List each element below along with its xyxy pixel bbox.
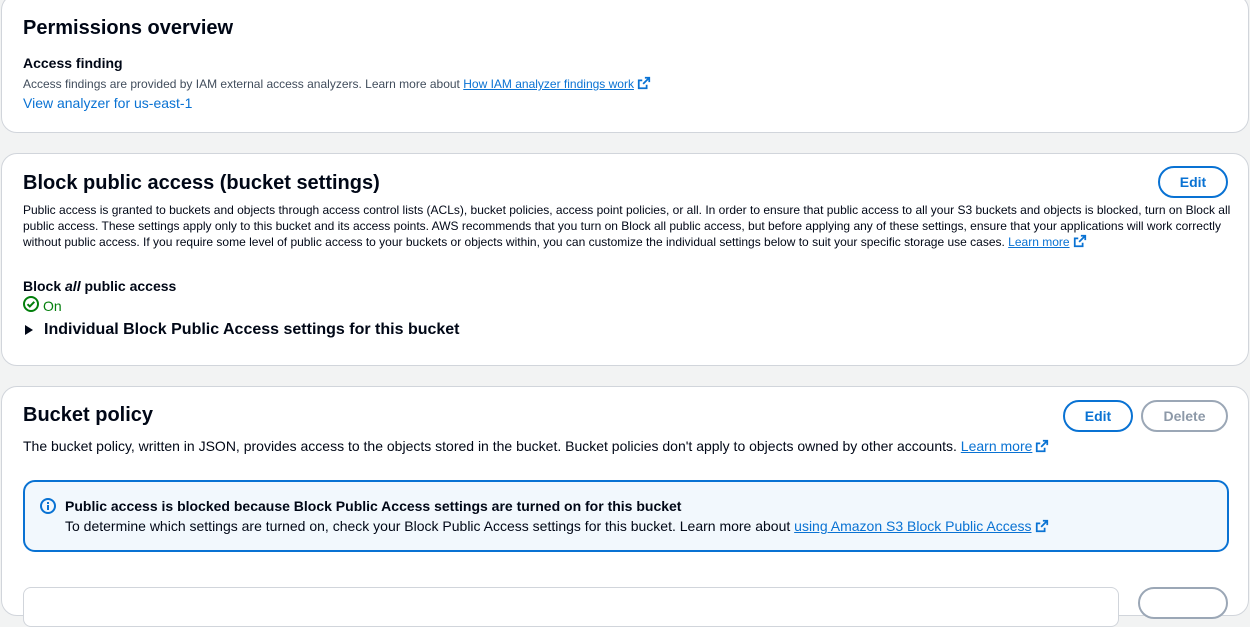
access-finding-description-text: Access findings are provided by IAM exte… (23, 77, 464, 91)
access-finding-label: Access finding (23, 55, 123, 71)
access-finding-description: Access findings are provided by IAM exte… (23, 76, 651, 94)
individual-bpa-settings-expander[interactable]: Individual Block Public Access settings … (23, 320, 460, 340)
block-all-suffix: public access (80, 278, 177, 294)
bucket-policy-description: The bucket policy, written in JSON, prov… (23, 437, 1049, 457)
view-analyzer-row: View analyzer for us-east-1 (23, 94, 192, 112)
individual-bpa-settings-label: Individual Block Public Access settings … (44, 321, 460, 338)
policy-editor-box (23, 587, 1119, 627)
alert-body-text: To determine which settings are turned o… (65, 518, 795, 534)
bucket-policy-title: Bucket policy (23, 404, 154, 426)
copy-button[interactable] (1138, 587, 1228, 619)
status-info-icon (40, 498, 56, 519)
external-link-icon (1073, 234, 1087, 252)
external-link-icon (1035, 439, 1049, 457)
bucket-policy-edit-button[interactable]: Edit (1063, 400, 1133, 432)
block-all-status: On (23, 296, 62, 316)
external-link-icon (637, 76, 651, 94)
bucket-policy-description-text: The bucket policy, written in JSON, prov… (23, 438, 961, 454)
status-positive-icon (23, 296, 43, 316)
alert-body: To determine which settings are turned o… (65, 517, 1049, 537)
block-all-public-access-label: Block all public access (23, 277, 176, 295)
block-public-access-title: Block public access (bucket settings) (23, 172, 380, 194)
bpa-learn-more-link[interactable]: Learn more (1008, 235, 1069, 249)
public-access-blocked-alert: Public access is blocked because Block P… (23, 480, 1229, 552)
bucket-policy-panel: Bucket policy Edit Delete The bucket pol… (1, 386, 1249, 627)
iam-findings-link[interactable]: How IAM analyzer findings work (463, 77, 634, 91)
view-analyzer-link[interactable]: View analyzer for us-east-1 (23, 95, 192, 111)
bucket-policy-delete-button[interactable]: Delete (1141, 400, 1228, 432)
permissions-overview-title: Permissions overview (23, 17, 234, 39)
bucket-policy-learn-more-link[interactable]: Learn more (961, 438, 1033, 454)
alert-title: Public access is blocked because Block P… (65, 498, 682, 514)
s3-bpa-docs-link[interactable]: using Amazon S3 Block Public Access (794, 518, 1031, 534)
block-public-access-panel: Block public access (bucket settings) Ed… (1, 153, 1249, 366)
block-all-prefix: Block (23, 278, 66, 294)
bpa-edit-button[interactable]: Edit (1158, 166, 1228, 198)
caret-right-filled-icon (25, 325, 33, 335)
block-all-em: all (65, 278, 81, 294)
block-all-status-text: On (43, 298, 62, 314)
permissions-overview-panel: Permissions overview Access finding Acce… (1, 0, 1249, 133)
bpa-description: Public access is granted to buckets and … (23, 202, 1233, 252)
external-link-icon (1035, 519, 1049, 537)
